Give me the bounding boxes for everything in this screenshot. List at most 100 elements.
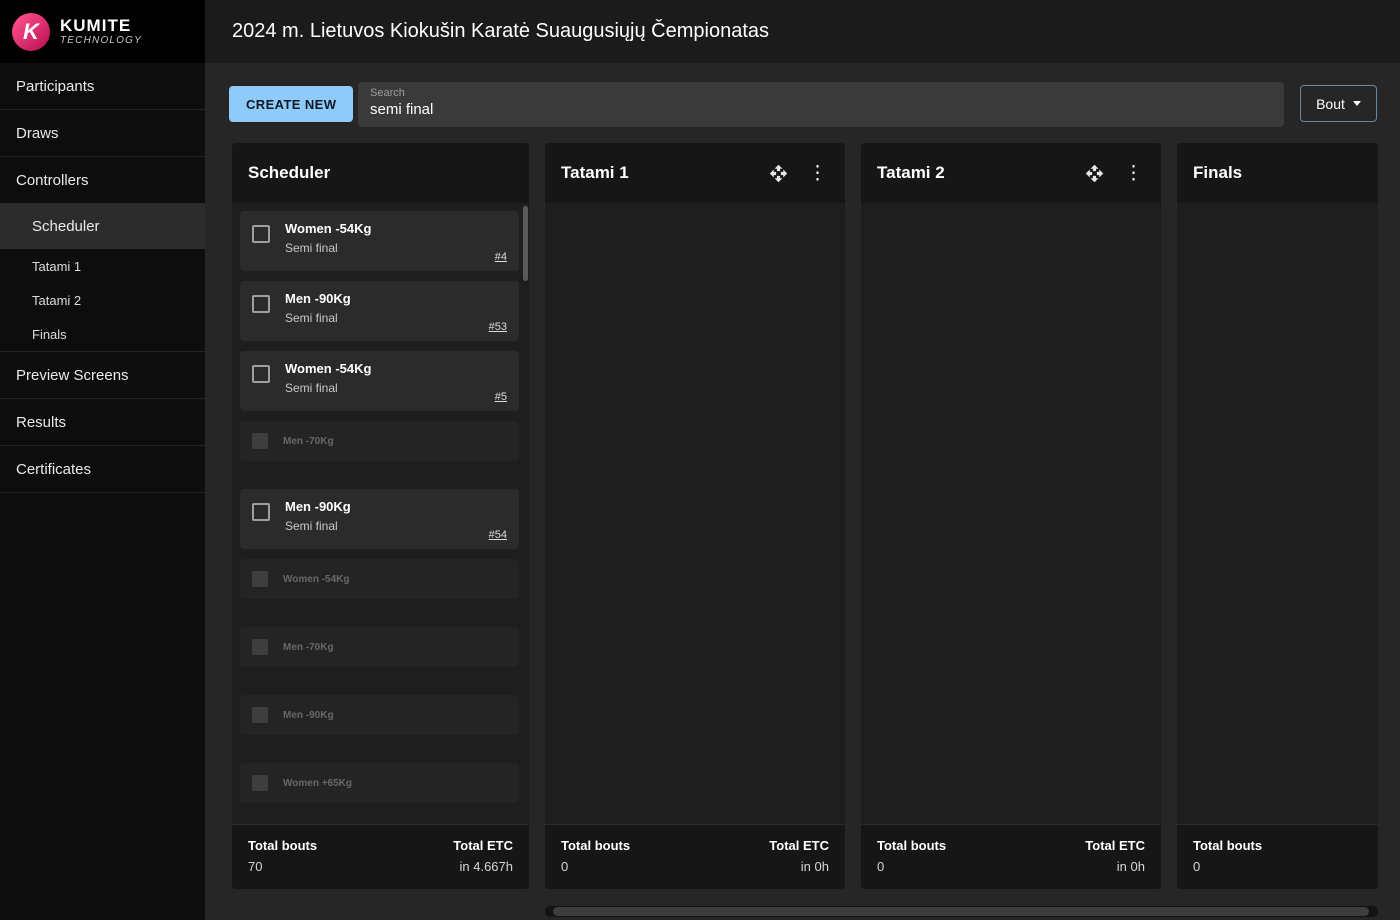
- total-bouts: Total bouts 70: [248, 838, 317, 889]
- sidebar-item-tatami-2[interactable]: Tatami 2: [0, 283, 205, 317]
- total-etc-value: in 0h: [800, 859, 829, 874]
- total-bouts: Total bouts 0: [561, 838, 630, 889]
- app-logo: K KUMITE TECHNOLOGY: [0, 0, 205, 63]
- tatami-2-footer: Total bouts 0 Total ETC in 0h: [861, 824, 1161, 889]
- kumite-logo-icon: K: [12, 12, 50, 51]
- tatami-1-panel: Tatami 1 ⋮ Total bouts 0 Total ETC in 0h: [545, 143, 845, 889]
- bout-dropdown[interactable]: Bout: [1300, 85, 1377, 122]
- bout-title: Women -54Kg: [285, 221, 372, 236]
- bout-number-link[interactable]: #54: [489, 529, 507, 541]
- total-etc-value: in 0h: [1116, 859, 1145, 874]
- total-etc: Total ETC in 0h: [1085, 838, 1145, 889]
- brand-name: KUMITE: [60, 15, 132, 35]
- bout-checkbox: [252, 775, 268, 791]
- bout-card[interactable]: Men -90Kg Semi final #53: [240, 281, 519, 341]
- sidebar-item-controllers[interactable]: Controllers: [0, 157, 205, 203]
- bout-stage: Semi final: [285, 519, 338, 533]
- total-bouts-value: 0: [877, 859, 885, 874]
- total-etc-label: Total ETC: [453, 838, 513, 853]
- logo-text: KUMITE TECHNOLOGY: [60, 15, 143, 47]
- bout-card-ghost: Women -54Kg: [240, 559, 519, 599]
- total-etc-value: in 4.667h: [459, 859, 514, 874]
- kebab-menu-icon[interactable]: ⋮: [1122, 164, 1145, 183]
- kebab-menu-icon[interactable]: ⋮: [806, 164, 829, 183]
- bout-checkbox[interactable]: [252, 225, 270, 243]
- sidebar-item-tatami-1[interactable]: Tatami 1: [0, 249, 205, 283]
- bout-title: Men -90Kg: [285, 499, 351, 514]
- sidebar-item-label: Results: [16, 413, 67, 431]
- sidebar-item-finals[interactable]: Finals: [0, 317, 205, 351]
- total-bouts-label: Total bouts: [1193, 838, 1263, 853]
- bout-checkbox: [252, 707, 268, 723]
- bout-title: Men -90Kg: [285, 291, 351, 306]
- bout-title: Men -70Kg: [283, 435, 334, 447]
- total-etc: Total ETC in 4.667h: [453, 838, 513, 889]
- search-field[interactable]: Search: [358, 82, 1284, 127]
- bout-info: Men -90Kg Semi final: [285, 499, 351, 539]
- brand-tagline: TECHNOLOGY: [60, 35, 143, 47]
- bout-checkbox[interactable]: [252, 503, 270, 521]
- total-bouts-label: Total bouts: [248, 838, 318, 853]
- bout-stage: Semi final: [285, 381, 338, 395]
- bout-number-link[interactable]: #4: [495, 251, 507, 263]
- tatami-1-bout-list[interactable]: [545, 203, 845, 824]
- move-icon[interactable]: [769, 164, 788, 183]
- tatami-2-header: Tatami 2 ⋮: [861, 143, 1161, 203]
- sidebar-item-label: Preview Screens: [16, 366, 129, 384]
- bout-title: Women +65Kg: [283, 777, 352, 789]
- tatami-2-bout-list[interactable]: [861, 203, 1161, 824]
- bout-number-link[interactable]: #53: [489, 321, 507, 333]
- total-etc-label: Total ETC: [769, 838, 829, 853]
- bout-checkbox[interactable]: [252, 295, 270, 313]
- bout-checkbox[interactable]: [252, 365, 270, 383]
- finals-header: Finals: [1177, 143, 1378, 203]
- tatami-1-title: Tatami 1: [561, 163, 629, 182]
- tatami-1-header: Tatami 1 ⋮: [545, 143, 845, 203]
- bout-number-link[interactable]: #5: [495, 391, 507, 403]
- total-bouts-label: Total bouts: [877, 838, 947, 853]
- bout-checkbox: [252, 639, 268, 655]
- bout-card[interactable]: Women -54Kg Semi final #5: [240, 351, 519, 411]
- panels-row: Scheduler Women -54Kg Semi final #4 Men …: [205, 143, 1400, 889]
- horizontal-scrollbar-thumb[interactable]: [553, 907, 1369, 916]
- finals-bout-list[interactable]: [1177, 203, 1378, 824]
- bout-title: Men -90Kg: [283, 709, 334, 721]
- sidebar-item-participants[interactable]: Participants: [0, 63, 205, 109]
- sidebar-item-label: Draws: [16, 124, 59, 142]
- divider: [0, 492, 205, 493]
- bout-card[interactable]: Men -90Kg Semi final #54: [240, 489, 519, 549]
- sidebar-item-label: Tatami 1: [32, 258, 82, 274]
- search-input[interactable]: [370, 99, 1272, 118]
- total-bouts-value: 70: [248, 859, 263, 874]
- sidebar-item-preview-screens[interactable]: Preview Screens: [0, 352, 205, 398]
- sidebar-item-label: Scheduler: [32, 217, 100, 235]
- total-bouts-value: 0: [1193, 859, 1201, 874]
- tatami-2-panel: Tatami 2 ⋮ Total bouts 0 Total ETC in 0h: [861, 143, 1161, 889]
- total-etc: Total ETC in 0h: [769, 838, 829, 889]
- sidebar-item-certificates[interactable]: Certificates: [0, 446, 205, 492]
- bout-card-ghost: Men -90Kg: [240, 695, 519, 735]
- horizontal-scrollbar-track[interactable]: [545, 906, 1378, 917]
- bout-dropdown-label: Bout: [1316, 95, 1345, 112]
- scheduler-footer: Total bouts 70 Total ETC in 4.667h: [232, 824, 529, 889]
- chevron-down-icon: [1352, 101, 1361, 106]
- scheduler-scrollbar[interactable]: [523, 206, 528, 281]
- scheduler-bout-list: Women -54Kg Semi final #4 Men -90Kg Semi…: [232, 203, 529, 824]
- sidebar-item-label: Tatami 2: [32, 292, 82, 308]
- sidebar-item-draws[interactable]: Draws: [0, 110, 205, 156]
- search-label: Search: [370, 87, 405, 99]
- tatami-1-actions: ⋮: [769, 164, 829, 183]
- sidebar-item-label: Controllers: [16, 171, 89, 189]
- bout-card-ghost: Men -70Kg: [240, 627, 519, 667]
- finals-title: Finals: [1193, 163, 1243, 182]
- move-icon[interactable]: [1085, 164, 1104, 183]
- scheduler-panel: Scheduler Women -54Kg Semi final #4 Men …: [232, 143, 529, 889]
- bout-title: Men -70Kg: [283, 641, 334, 653]
- bout-card[interactable]: Women -54Kg Semi final #4: [240, 211, 519, 271]
- total-bouts: Total bouts 0: [1193, 838, 1262, 889]
- sidebar-item-results[interactable]: Results: [0, 399, 205, 445]
- sidebar-item-scheduler[interactable]: Scheduler: [0, 203, 205, 249]
- bout-checkbox: [252, 571, 268, 587]
- top-bar: 2024 m. Lietuvos Kiokušin Karatė Suaugus…: [205, 0, 1400, 63]
- create-new-button[interactable]: CREATE NEW: [229, 86, 354, 122]
